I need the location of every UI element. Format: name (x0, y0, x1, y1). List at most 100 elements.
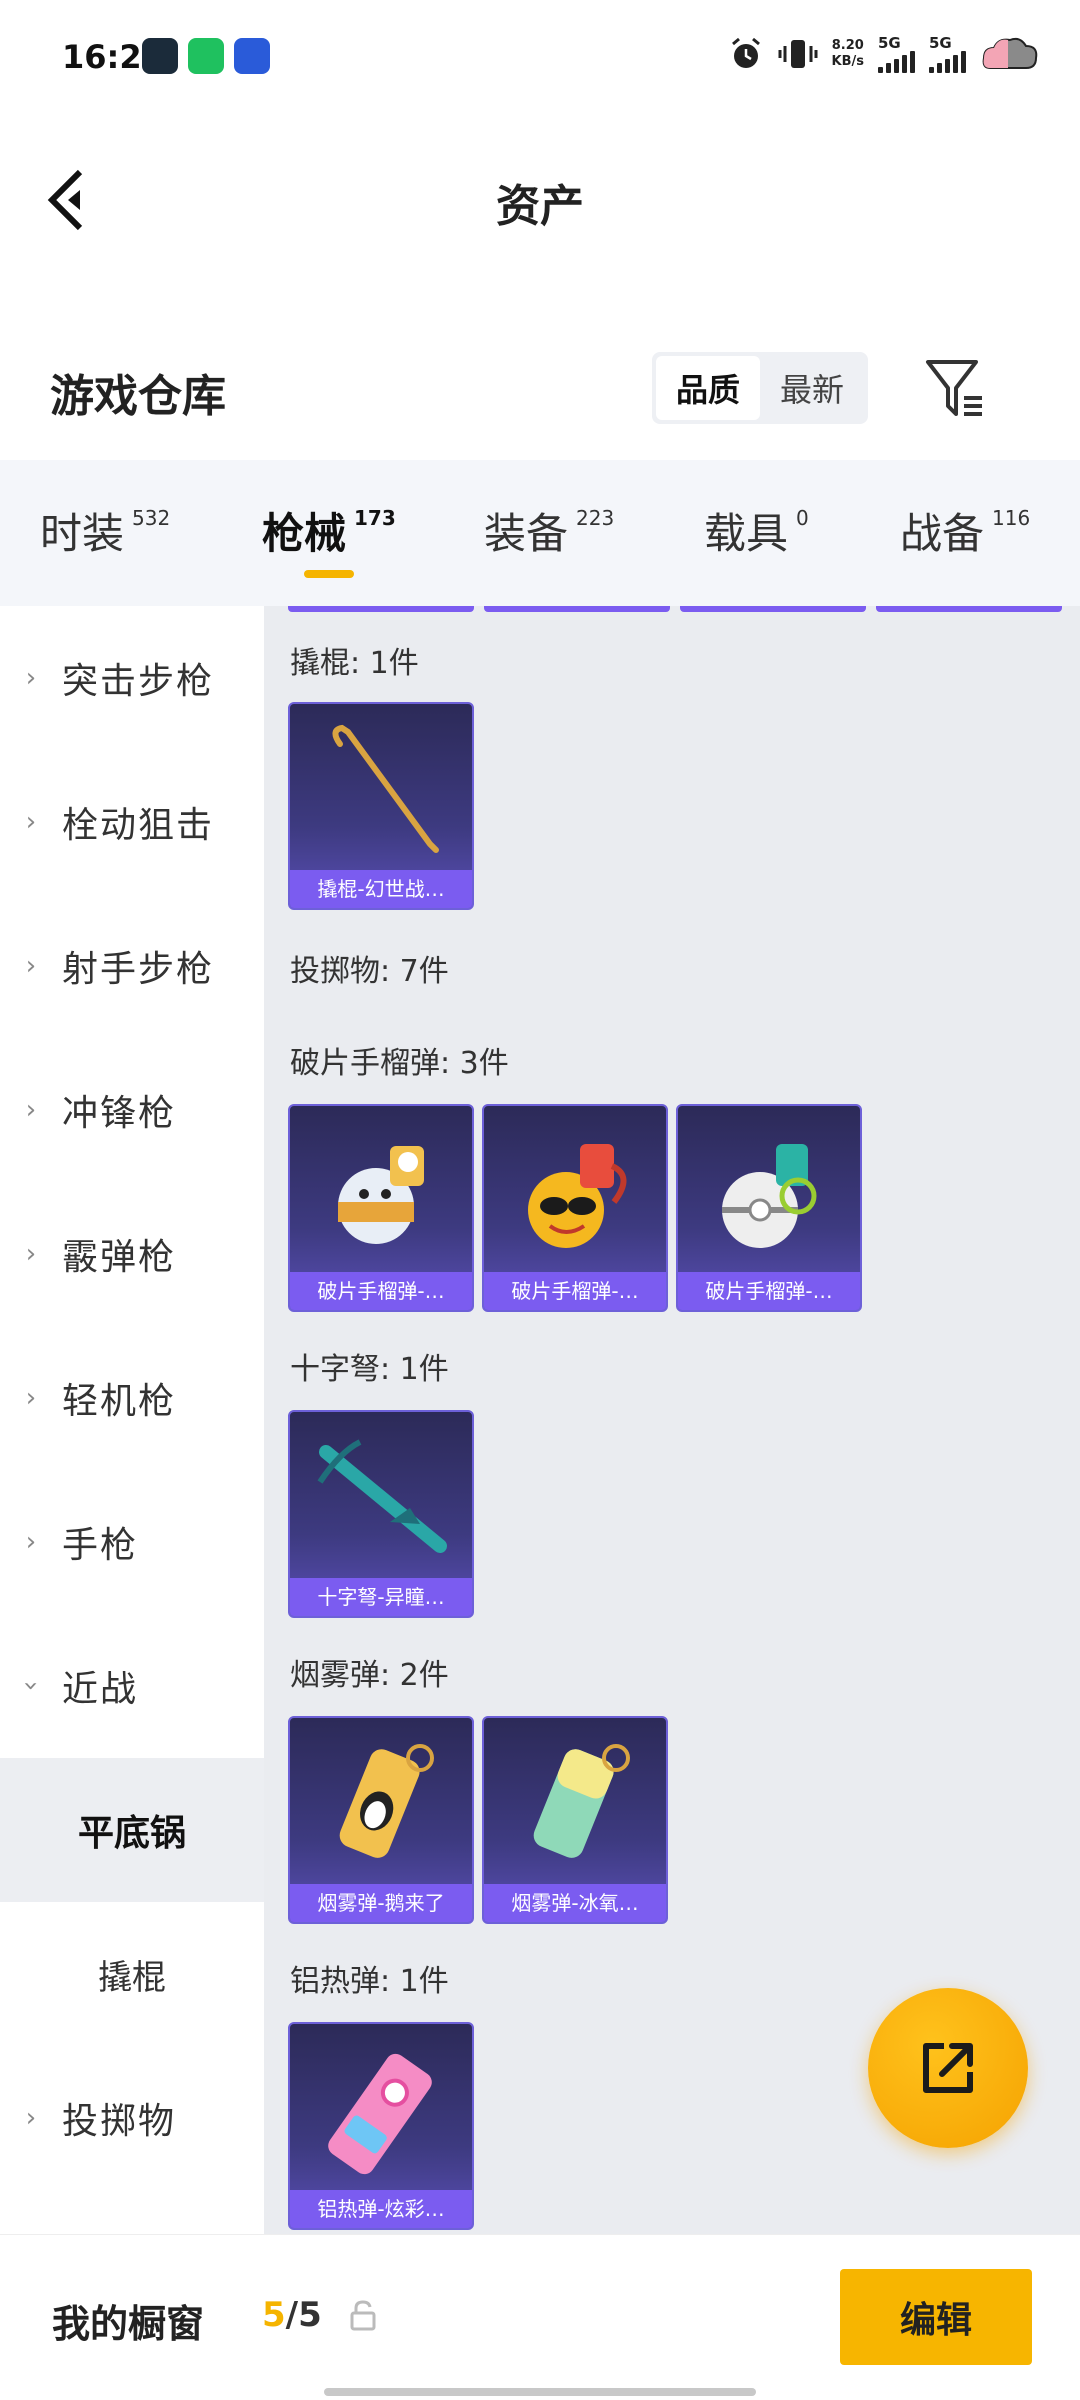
nav-item-label: 栓动狙击 (62, 805, 215, 846)
edit-button[interactable]: 编辑 (840, 2269, 1032, 2365)
sim2-label: 5G (929, 34, 952, 52)
signal-bars-icon (929, 51, 966, 73)
crossbow-art (317, 1439, 447, 1553)
smoke-grenade-ice-art (533, 1744, 630, 1858)
card-edge (288, 606, 474, 612)
nav-item-melee[interactable]: › 近战 (0, 1614, 264, 1758)
nav-item-label: 突击步枪 (62, 661, 215, 702)
showcase-current: 5 (262, 2295, 286, 2335)
smoke-grenade-penguin-art (339, 1744, 434, 1858)
item-card[interactable]: 撬棍-幻世战… (288, 702, 474, 910)
active-tab-indicator (304, 570, 354, 578)
share-external-icon (923, 2043, 973, 2093)
item-card[interactable]: 破片手榴弹-… (288, 1104, 474, 1312)
assistant-app-icon (234, 38, 270, 74)
frag-grenade-smiley-art (528, 1144, 627, 1248)
nav-item-smg[interactable]: › 冲锋枪 (0, 1038, 264, 1182)
signal-sim2: 5G (929, 35, 966, 73)
tab-label: 枪械 (262, 509, 347, 558)
nav-item-throwables[interactable]: › 投掷物 (0, 2046, 264, 2190)
battery-icon (982, 37, 1038, 69)
signal-sim1: 5G (878, 35, 915, 73)
card-edge (876, 606, 1062, 612)
showcase-total: /5 (285, 2295, 322, 2335)
chevron-right-icon: › (25, 1527, 37, 1557)
group-label: 投掷物: 7件 (290, 954, 449, 989)
item-card[interactable]: 十字弩-异瞳… (288, 1410, 474, 1618)
thermite-candy-art (328, 2053, 432, 2175)
item-card[interactable]: 破片手榴弹-… (676, 1104, 862, 1312)
tab-count: 116 (992, 506, 1031, 530)
vibrate-icon (778, 40, 818, 68)
filter-icon[interactable] (922, 356, 986, 420)
tab-vehicles[interactable]: 载具 0 (704, 500, 809, 561)
status-indicators: 8.20 KB/s 5G 5G (728, 34, 1040, 74)
tab-fashion[interactable]: 时装 532 (40, 500, 170, 561)
item-card-name: 铝热弹-炫彩… (290, 2190, 472, 2228)
chevron-right-icon: › (25, 2103, 37, 2133)
item-card-name: 破片手榴弹-… (484, 1272, 666, 1310)
item-card[interactable]: 破片手榴弹-… (482, 1104, 668, 1312)
tab-label: 装备 (484, 509, 569, 558)
chevron-down-icon: › (16, 1680, 46, 1692)
lock-icon (350, 2300, 376, 2331)
group-label: 烟雾弹: 2件 (290, 1658, 449, 1693)
tab-count: 223 (576, 506, 615, 530)
tab-firearms[interactable]: 枪械 173 (262, 500, 396, 561)
nav-item-bolt-sniper[interactable]: › 栓动狙击 (0, 750, 264, 894)
nav-item-label: 冲锋枪 (62, 1093, 177, 1134)
sort-quality-option[interactable]: 品质 (656, 356, 760, 420)
tab-label: 载具 (704, 509, 789, 558)
category-tabs: 时装 532 枪械 173 装备 223 载具 0 战备 116 (0, 460, 1080, 606)
status-bar: 16:27 8.20 KB/s 5G 5G (0, 0, 1080, 110)
nav-item-lmg[interactable]: › 轻机枪 (0, 1326, 264, 1470)
item-card-name: 破片手榴弹-… (290, 1272, 472, 1310)
nav-item-shotgun[interactable]: › 霰弹枪 (0, 1182, 264, 1326)
sort-newest-option[interactable]: 最新 (760, 356, 864, 420)
item-card-name: 破片手榴弹-… (678, 1272, 860, 1310)
nav-item-assault-rifle[interactable]: › 突击步枪 (0, 606, 264, 750)
nav-item-label: 射手步枪 (62, 949, 215, 990)
item-card-name: 撬棍-幻世战… (290, 870, 472, 908)
chevron-right-icon: › (25, 1239, 37, 1269)
warehouse-title: 游戏仓库 (50, 371, 226, 422)
nav-item-label: 近战 (62, 1669, 139, 1710)
alarm-icon (731, 37, 760, 68)
item-card-name: 烟雾弹-冰氧… (484, 1884, 666, 1922)
chevron-right-icon: › (25, 951, 37, 981)
item-card[interactable]: 铝热弹-炫彩… (288, 2022, 474, 2230)
header: 资产 (0, 150, 1080, 250)
tab-equipment[interactable]: 装备 223 (484, 500, 614, 561)
speed-value: 8.20 (831, 38, 864, 53)
share-button[interactable] (868, 1988, 1028, 2148)
group-label: 十字弩: 1件 (290, 1352, 449, 1387)
item-card-name: 烟雾弹-鹅来了 (290, 1884, 472, 1922)
chevron-right-icon: › (25, 1383, 37, 1413)
nav-subitem-crowbar[interactable]: 撬棍 (0, 1902, 264, 2046)
page-title: 资产 (496, 181, 584, 232)
nav-subitem-pan[interactable]: 平底锅 (0, 1758, 264, 1902)
card-edge (484, 606, 670, 612)
chevron-right-icon: › (25, 807, 37, 837)
showcase-count: 5/5 (262, 2295, 322, 2335)
tab-combat-gear[interactable]: 战备 116 (900, 500, 1030, 561)
nav-item-label: 霰弹枪 (62, 1237, 177, 1278)
tab-label: 战备 (900, 509, 985, 558)
weapon-category-nav: › 突击步枪 › 栓动狙击 › 射手步枪 › 冲锋枪 › 霰弹枪 › 轻机枪 ›… (0, 606, 264, 2234)
nav-item-pistol[interactable]: › 手枪 (0, 1470, 264, 1614)
nav-item-marksman-rifle[interactable]: › 射手步枪 (0, 894, 264, 1038)
tab-count: 173 (354, 506, 396, 530)
sort-toggle: 品质 最新 (652, 352, 868, 424)
frag-grenade-pokeball-art (722, 1144, 817, 1248)
item-card[interactable]: 烟雾弹-鹅来了 (288, 1716, 474, 1924)
group-label: 铝热弹: 1件 (290, 1964, 449, 1999)
group-label: 破片手榴弹: 3件 (290, 1046, 509, 1081)
group-label: 撬棍: 1件 (290, 646, 419, 681)
wechat-icon (188, 38, 224, 74)
item-card[interactable]: 烟雾弹-冰氧… (482, 1716, 668, 1924)
frag-grenade-snowman-art (338, 1146, 424, 1244)
item-card-name: 十字弩-异瞳… (290, 1578, 472, 1616)
chevron-right-icon: › (25, 663, 37, 693)
showcase-label: 我的橱窗 (52, 2302, 205, 2346)
home-indicator[interactable] (324, 2388, 756, 2396)
